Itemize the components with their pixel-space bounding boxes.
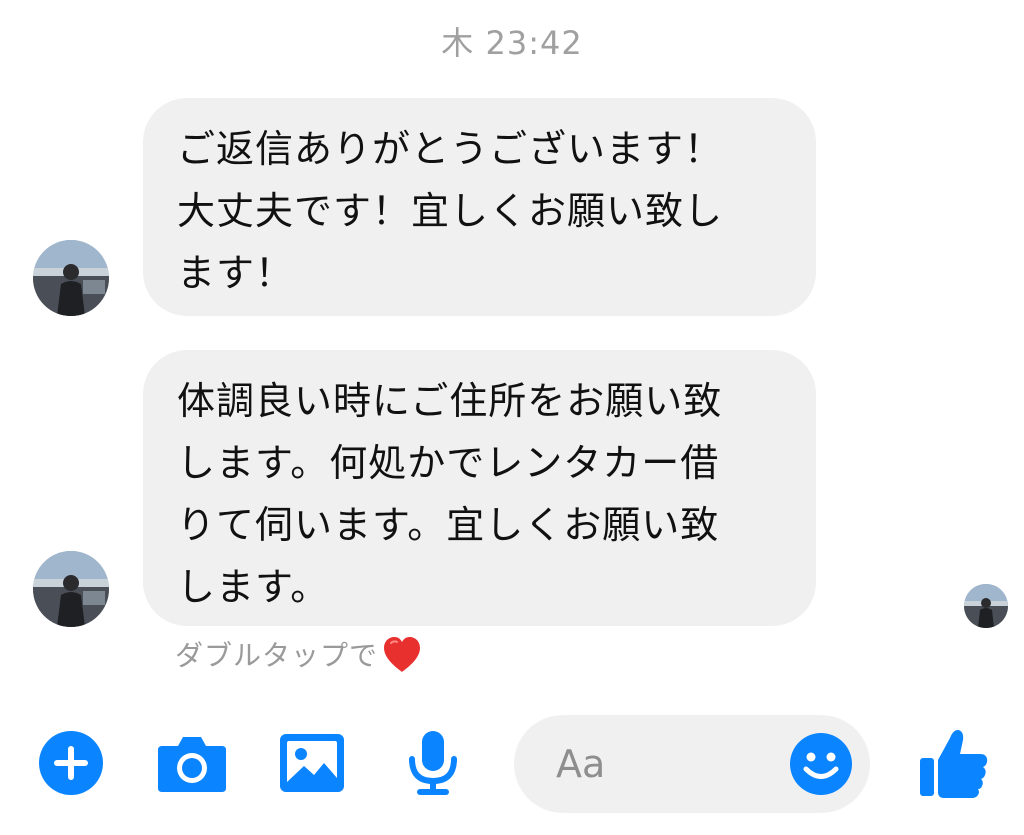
thumbs-up-icon[interactable] (918, 726, 990, 800)
plus-icon[interactable] (38, 730, 104, 796)
message-timestamp: 木 23:42 (441, 24, 583, 62)
avatar-photo (33, 240, 109, 316)
read-receipt-avatar (964, 584, 1008, 628)
sender-avatar[interactable] (33, 240, 109, 316)
sender-avatar[interactable] (33, 551, 109, 627)
message-input[interactable] (556, 739, 776, 789)
microphone-icon[interactable] (405, 729, 461, 799)
avatar-photo (33, 551, 109, 627)
photo-icon[interactable] (278, 732, 346, 794)
message-bubble[interactable]: 体調良い時にご住所をお願い致 します。何処かでレンタカー借 りて伺います。宜しく… (143, 350, 816, 626)
message-composer[interactable] (514, 715, 870, 813)
double-tap-hint: ダブルタップで (175, 634, 424, 674)
avatar-photo (964, 584, 1008, 628)
message-bubble[interactable]: ご返信ありがとうございます！ 大丈夫です！宜しくお願い致し ます！ (143, 98, 816, 316)
smiley-icon[interactable] (789, 732, 853, 796)
camera-icon[interactable] (156, 732, 228, 794)
hint-text: ダブルタップで (175, 639, 379, 672)
heart-icon (384, 637, 421, 672)
